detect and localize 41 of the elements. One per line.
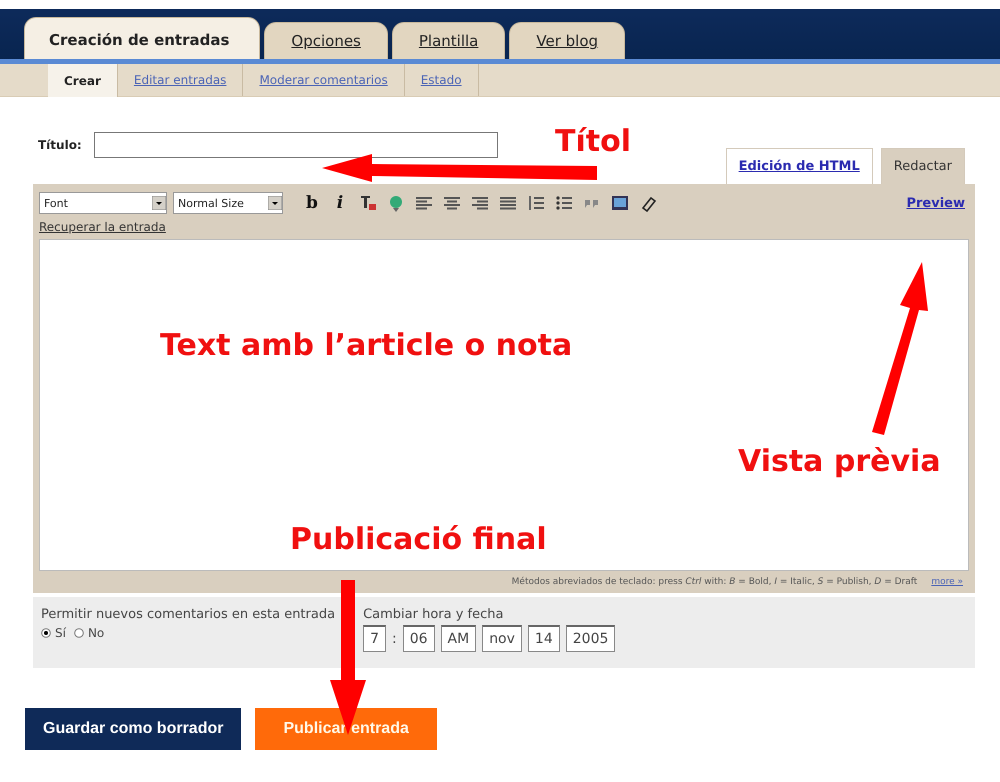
tab[interactable]: Plantilla — [392, 22, 506, 59]
subtab[interactable]: Estado — [404, 64, 479, 96]
shortcuts-text: Métodos abreviados de teclado: press Ctrl with: B = Bold, I = Italic, S = Publish, D = Draft — [512, 577, 918, 587]
radio-option[interactable]: Sí — [41, 626, 66, 640]
save-draft-button[interactable]: Guardar como borrador — [25, 708, 242, 750]
tab[interactable]: Ver blog — [509, 22, 626, 59]
annotation-label: Publicació final — [290, 522, 547, 557]
preview-link[interactable]: Preview — [906, 196, 965, 210]
annotation-label: Text amb l’article o nota — [160, 328, 572, 363]
more-link[interactable]: more » — [931, 577, 963, 587]
time-separator: : — [392, 630, 397, 646]
radio-icon[interactable] — [41, 628, 51, 638]
radio-icon[interactable] — [74, 628, 84, 638]
size-select[interactable]: Normal Size — [173, 192, 283, 214]
post-body-editor[interactable] — [39, 239, 969, 571]
subtab[interactable]: Moderar comentarios — [243, 64, 405, 96]
tab[interactable]: Opciones — [264, 22, 388, 59]
comments-label: Permitir nuevos comentarios en esta entrada — [41, 607, 336, 622]
datetime-select[interactable]: 14 — [528, 625, 560, 652]
title-input-field[interactable] — [94, 132, 498, 158]
datetime-label: Cambiar hora y fecha — [363, 607, 504, 622]
editor-mode-tab[interactable]: Edición de HTML — [726, 148, 873, 184]
title-label: Título: — [38, 138, 82, 152]
datetime-select[interactable]: 2005 — [566, 625, 616, 652]
radio-option[interactable]: No — [74, 626, 104, 640]
datetime-select[interactable]: 7 — [363, 625, 386, 652]
italic-button[interactable]: i — [329, 192, 351, 214]
dropdown-arrow-icon[interactable] — [268, 196, 282, 210]
datetime-select[interactable]: nov — [482, 625, 522, 652]
annotation-label: Vista prèvia — [738, 444, 941, 479]
dropdown-arrow-icon[interactable] — [152, 196, 166, 210]
editor-mode-tab[interactable]: Redactar — [880, 148, 965, 184]
bold-button[interactable]: b — [301, 192, 323, 214]
datetime-select[interactable]: AM — [440, 625, 476, 652]
subtab[interactable]: Editar entradas — [118, 64, 244, 96]
tab[interactable]: Creación de entradas — [24, 17, 260, 59]
annotation-label: Títol — [555, 124, 631, 159]
recover-link[interactable]: Recuperar la entrada — [39, 220, 166, 234]
datetime-select[interactable]: 06 — [402, 625, 435, 652]
subtab[interactable]: Crear — [48, 64, 118, 97]
font-select[interactable]: Font — [39, 192, 167, 214]
